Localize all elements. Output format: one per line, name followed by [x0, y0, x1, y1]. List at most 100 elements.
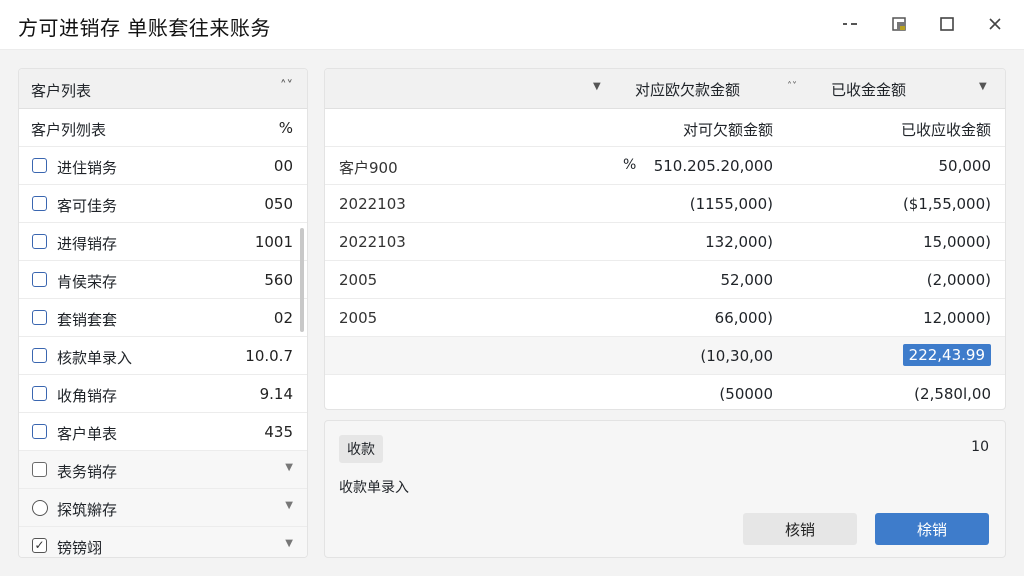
item-name: 核款单录入: [57, 349, 133, 367]
row-customer: 2022103: [339, 195, 406, 213]
item-name: 探筑辮存: [57, 501, 118, 519]
item-value: 435: [264, 423, 293, 441]
list-item[interactable]: 表务销存 ▼: [19, 451, 307, 489]
chevron-down-icon[interactable]: ▼: [285, 462, 293, 473]
row-received: 15,0000): [923, 233, 991, 251]
item-name: 进得销存: [57, 235, 118, 253]
item-name: 表务销存: [57, 463, 118, 481]
customer-list-panel: 客户列表 ˄˅ 客户列刎表 % 进住销务 00 客可佳务 050 进得销存 10…: [18, 68, 308, 558]
item-checkbox[interactable]: [32, 310, 47, 325]
table-row[interactable]: 2005 52,000 (2,0000): [325, 261, 1005, 299]
item-name: 收角销存: [57, 387, 118, 405]
chevron-down-icon[interactable]: ▼: [593, 81, 601, 92]
list-item[interactable]: 进得销存 1001: [19, 223, 307, 261]
table-row[interactable]: 客户900 % 510.205.20,000 50,000: [325, 147, 1005, 185]
item-name: 肯侯荣存: [57, 273, 118, 291]
sort-icon[interactable]: ˄˅: [787, 81, 797, 92]
item-checkbox[interactable]: [32, 348, 47, 363]
row-customer: 2022103: [339, 233, 406, 251]
item-value: 1001: [254, 233, 293, 251]
item-name: 镑镑翊: [57, 539, 103, 557]
table-row-total[interactable]: (10,30,00 222,43.99: [325, 337, 1005, 375]
list-item[interactable]: 收角销存 9.14: [19, 375, 307, 413]
receipt-tag[interactable]: 收款: [339, 435, 383, 463]
column-header-payable[interactable]: 对应欧欠款金额: [635, 79, 740, 100]
list-item[interactable]: 客户单表 435: [19, 413, 307, 451]
item-value: 02: [273, 309, 293, 327]
window-title: 方可进销存 单账套往来账务: [18, 16, 271, 40]
row-payable: (50000: [719, 385, 773, 403]
chevron-down-icon[interactable]: ▼: [285, 500, 293, 511]
row-payable: (10,30,00: [700, 347, 773, 365]
scrollbar[interactable]: [300, 228, 304, 332]
table-row[interactable]: 2022103 (1155,000) ($1,55,000): [325, 185, 1005, 223]
row-received: 50,000: [938, 157, 992, 175]
item-checkbox[interactable]: [32, 424, 47, 439]
table-row-total[interactable]: (50000 (2,580l,00: [325, 375, 1005, 409]
item-value: 9.14: [259, 385, 293, 403]
subheader-payable: 对可欠额金额: [682, 121, 773, 139]
item-checkbox[interactable]: [32, 234, 47, 249]
subheader-received: 已收应收金额: [900, 121, 991, 139]
list-item[interactable]: ✓ 镑镑翊 ▼: [19, 527, 307, 557]
item-name: 套销套套: [57, 311, 118, 329]
maximize-button[interactable]: [931, 10, 963, 38]
item-checkbox[interactable]: [32, 196, 47, 211]
row-received: (2,580l,00: [914, 385, 991, 403]
restore-button[interactable]: [883, 10, 915, 38]
list-item[interactable]: 套销套套 02: [19, 299, 307, 337]
maximize-icon: [940, 17, 954, 31]
row-percent: %: [623, 157, 637, 173]
sort-icon[interactable]: ˄˅: [280, 79, 293, 94]
item-value: 00: [273, 157, 293, 175]
receipt-entry-label: 收款单录入: [339, 480, 409, 496]
customer-list-column-header: 客户列刎表 %: [19, 109, 307, 147]
item-checkbox-checked[interactable]: ✓: [32, 538, 47, 553]
minimize-icon: [843, 23, 857, 25]
list-item[interactable]: 探筑辮存 ▼: [19, 489, 307, 527]
list-item[interactable]: 核款单录入 10.0.7: [19, 337, 307, 375]
item-radio[interactable]: [32, 500, 48, 516]
item-value: 050: [264, 195, 293, 213]
row-payable: 132,000): [705, 233, 773, 251]
confirm-write-off-button[interactable]: 梌销: [875, 513, 989, 545]
item-checkbox[interactable]: [32, 272, 47, 287]
item-value: 560: [264, 271, 293, 289]
list-item[interactable]: 进住销务 00: [19, 147, 307, 185]
close-icon: [989, 18, 1001, 30]
row-customer: 2005: [339, 309, 378, 327]
row-payable: 66,000): [714, 309, 773, 327]
item-value: 10.0.7: [245, 347, 293, 365]
column-header-received[interactable]: 已收金金额: [831, 79, 906, 100]
table-subheader: 对可欠额金额 已收应收金额: [325, 109, 1005, 147]
table-header: ▼ 对应欧欠款金额 ˄˅ 已收金金额 ▼: [325, 69, 1005, 109]
selected-cell[interactable]: 222,43.99: [902, 344, 991, 366]
close-button[interactable]: [979, 10, 1011, 38]
row-payable: 510.205.20,000: [653, 157, 773, 175]
item-name: 客户单表: [57, 425, 118, 443]
item-name: 进住销务: [57, 159, 118, 177]
column-header-name: 客户列刎表: [31, 121, 107, 139]
row-received: 12,0000): [923, 309, 991, 327]
item-checkbox[interactable]: [32, 158, 47, 173]
item-checkbox[interactable]: [32, 462, 47, 477]
row-payable: 52,000: [720, 271, 774, 289]
receipt-count: 10: [971, 439, 989, 455]
chevron-down-icon[interactable]: ▼: [979, 81, 987, 92]
column-header-value: %: [278, 119, 293, 137]
table-row[interactable]: 2022103 132,000) 15,0000): [325, 223, 1005, 261]
list-item[interactable]: 客可佳务 050: [19, 185, 307, 223]
write-off-button[interactable]: 核销: [743, 513, 857, 545]
balance-table: ▼ 对应欧欠款金额 ˄˅ 已收金金额 ▼ 对可欠额金额 已收应收金额 客户900…: [324, 68, 1006, 410]
list-item[interactable]: 肯侯荣存 560: [19, 261, 307, 299]
customer-list-header: 客户列表 ˄˅: [19, 69, 307, 109]
chevron-down-icon[interactable]: ▼: [285, 538, 293, 549]
row-received: (2,0000): [926, 271, 991, 289]
row-customer: 客户900: [339, 159, 398, 177]
title-bar: 方可进销存 单账套往来账务: [0, 0, 1024, 50]
customer-list-title: 客户列表: [31, 82, 92, 100]
table-row[interactable]: 2005 66,000) 12,0000): [325, 299, 1005, 337]
minimize-button[interactable]: [834, 10, 866, 38]
receipt-entry-panel: 收款 10 收款单录入 核销 梌销: [324, 420, 1006, 558]
item-checkbox[interactable]: [32, 386, 47, 401]
